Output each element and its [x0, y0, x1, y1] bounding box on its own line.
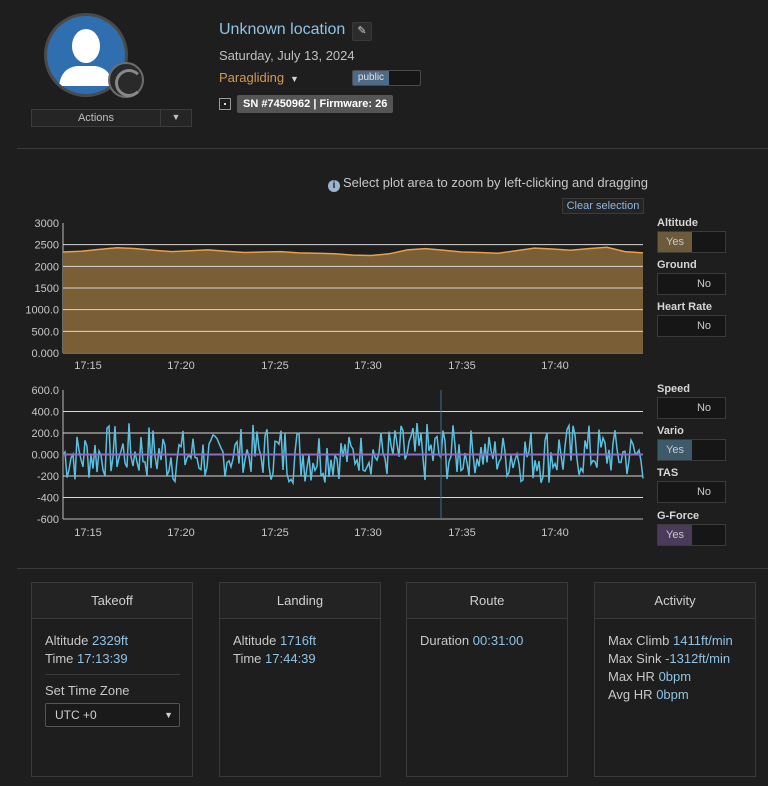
toggle-label-vario: Vario [657, 425, 684, 437]
max-sink: Max Sink -1312ft/min [608, 651, 731, 666]
x-tick-label: 17:25 [261, 527, 289, 539]
vario-line [62, 422, 644, 486]
actions-dropdown[interactable]: Actions ▼ [31, 109, 192, 127]
toggle-label-tas: TAS [657, 467, 679, 479]
y-tick-label: 600.0 [31, 385, 59, 397]
y-tick-label: -200 [37, 471, 59, 483]
x-tick-label: 17:35 [448, 360, 476, 372]
actions-label[interactable]: Actions [32, 110, 161, 126]
landing-card: Landing Altitude 1716ft Time 17:44:39 [219, 582, 381, 777]
pencil-icon[interactable]: ✎ [352, 22, 372, 41]
x-tick-label: 17:15 [74, 360, 102, 372]
takeoff-time: Time 17:13:39 [45, 651, 128, 666]
route-title: Route [407, 583, 567, 619]
x-tick-label: 17:35 [448, 527, 476, 539]
x-tick-label: 17:30 [354, 360, 382, 372]
toggle-heart-rate[interactable]: No [657, 315, 726, 337]
y-tick-label: 3000 [35, 218, 59, 230]
toggle-label-ground: Ground [657, 259, 697, 271]
caret-down-icon[interactable]: ▼ [290, 74, 299, 84]
divider [17, 148, 768, 149]
chevron-down-icon[interactable]: ▼ [164, 704, 173, 726]
x-tick-label: 17:15 [74, 527, 102, 539]
caret-down-icon[interactable]: ▼ [161, 110, 191, 126]
y-tick-label: 1000.0 [25, 305, 59, 317]
timezone-select[interactable]: UTC +0 ▼ [45, 703, 180, 727]
toggle-state[interactable]: No [687, 398, 721, 418]
x-tick-label: 17:25 [261, 360, 289, 372]
device-checkbox[interactable] [219, 98, 231, 110]
toggle-label-speed: Speed [657, 383, 691, 395]
altitude-area [63, 247, 643, 353]
landing-title: Landing [220, 583, 380, 619]
takeoff-title: Takeoff [32, 583, 192, 619]
card-divider [45, 674, 180, 675]
y-tick-label: 0.000 [31, 450, 59, 462]
toggle-tas[interactable]: No [657, 481, 726, 503]
landing-time: Time 17:44:39 [233, 651, 316, 666]
toggle-state[interactable]: No [687, 316, 721, 336]
y-tick-label: 400.0 [31, 407, 59, 419]
toggle-ground[interactable]: No [657, 273, 726, 295]
activity-card: Activity Max Climb 1411ft/min Max Sink -… [594, 582, 756, 777]
toggle-g-force[interactable]: Yes [657, 524, 726, 546]
device-badge: SN #7450962 | Firmware: 26 [237, 95, 394, 113]
zoom-hint: i Select plot area to zoom by left-clicki… [328, 175, 648, 192]
x-tick-label: 17:40 [541, 360, 569, 372]
toggle-state[interactable]: Yes [658, 440, 692, 460]
route-duration: Duration 00:31:00 [420, 633, 524, 648]
privacy-label[interactable]: public [353, 71, 389, 85]
tz-label: Set Time Zone [45, 683, 130, 698]
activity-type-label[interactable]: Paragliding [219, 70, 284, 85]
max-hr: Max HR 0bpm [608, 669, 692, 684]
y-tick-label: 2500 [35, 240, 59, 252]
location-title: Unknown location [219, 21, 346, 38]
max-climb: Max Climb 1411ft/min [608, 633, 733, 648]
x-tick-label: 17:20 [167, 527, 195, 539]
divider [17, 568, 768, 569]
takeoff-altitude: Altitude 2329ft [45, 633, 129, 648]
avatar-upload-icon[interactable] [108, 62, 144, 98]
y-tick-label: 200.0 [31, 428, 59, 440]
toggle-state[interactable]: No [687, 274, 721, 294]
vario-chart[interactable]: 600.0 400.0 200.0 0.000 -200 -400 -600 17:15 17:… [0, 382, 660, 542]
toggle-state[interactable]: Yes [658, 525, 692, 545]
activity-title: Activity [595, 583, 755, 619]
toggle-state[interactable]: No [687, 482, 721, 502]
y-tick-label: 500.0 [31, 326, 59, 338]
y-tick-label: 1500 [35, 283, 59, 295]
toggle-speed[interactable]: No [657, 397, 726, 419]
zoom-hint-text: Select plot area to zoom by left-clickin… [343, 175, 648, 190]
route-card: Route Duration 00:31:00 [406, 582, 568, 777]
toggle-altitude[interactable]: Yes [657, 231, 726, 253]
info-icon: i [328, 180, 340, 192]
y-tick-label: 2000 [35, 261, 59, 273]
y-tick-label: -600 [37, 514, 59, 526]
toggle-label-heart-rate: Heart Rate [657, 301, 713, 313]
altitude-chart[interactable]: 3000 2500 2000 1500 1000.0 500.0 0.000 17:15 17:… [0, 215, 660, 375]
flight-date: Saturday, July 13, 2024 [219, 48, 355, 63]
toggle-label-altitude: Altitude [657, 217, 698, 229]
y-tick-label: 0.000 [31, 348, 59, 360]
x-tick-label: 17:40 [541, 527, 569, 539]
privacy-toggle[interactable]: public [352, 70, 421, 86]
x-tick-label: 17:20 [167, 360, 195, 372]
activity-type-dropdown[interactable]: Paragliding ▼ [219, 70, 299, 85]
y-tick-label: -400 [37, 493, 59, 505]
avg-hr: Avg HR 0bpm [608, 687, 689, 702]
toggle-state[interactable]: Yes [658, 232, 692, 252]
clear-selection-button[interactable]: Clear selection [562, 198, 644, 214]
toggle-label-g-force: G-Force [657, 510, 700, 522]
toggle-vario[interactable]: Yes [657, 439, 726, 461]
x-tick-label: 17:30 [354, 527, 382, 539]
takeoff-card: Takeoff Altitude 2329ft Time 17:13:39 Se… [31, 582, 193, 777]
landing-altitude: Altitude 1716ft [233, 633, 317, 648]
